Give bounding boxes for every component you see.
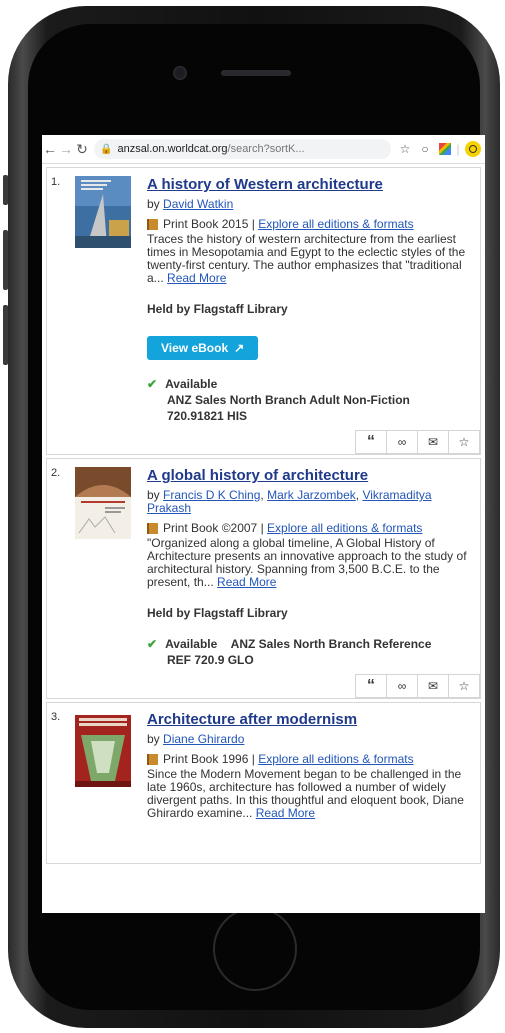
result-body: A history of Western architecture by Dav…	[147, 168, 480, 424]
lock-icon: 🔒	[100, 143, 113, 155]
result-card-2: 2. A global history of architecture by F…	[46, 458, 481, 699]
format-text: Print Book ©2007 |	[163, 521, 268, 535]
by-prefix: by	[147, 197, 160, 211]
mute-switch	[3, 175, 8, 205]
view-ebook-label: View eBook	[161, 340, 229, 355]
print-book-icon	[147, 754, 158, 765]
link-icon[interactable]: ∞	[386, 430, 417, 454]
url-host: anzsal.on.worldcat.org	[117, 143, 228, 155]
availability-status: Available	[165, 637, 218, 651]
result-actions: “ ∞ ✉ ☆	[47, 668, 480, 698]
print-book-icon	[147, 219, 158, 230]
format-line: Print Book 2015 | Explore all editions &…	[147, 218, 474, 231]
explore-editions-link[interactable]: Explore all editions & formats	[267, 522, 422, 535]
result-card-3: 3. Architecture after modernism by Diane…	[46, 702, 481, 864]
reload-icon[interactable]: ↻	[74, 141, 90, 158]
earpiece-speaker	[221, 70, 291, 76]
held-by: Held by Flagstaff Library	[147, 302, 288, 316]
location: ANZ Sales North Branch Reference	[230, 637, 432, 651]
forward-icon[interactable]: →	[58, 141, 74, 157]
result-body: Architecture after modernism by Diane Gh…	[147, 703, 480, 820]
author-link[interactable]: David Watkin	[163, 197, 233, 211]
bookmark-star-icon[interactable]: ☆	[395, 142, 415, 156]
authors-line: by Diane Ghirardo	[147, 733, 474, 746]
book-cover-1[interactable]	[75, 176, 131, 248]
save-star-icon[interactable]: ☆	[448, 674, 480, 698]
volume-down-button	[3, 305, 8, 365]
result-description: "Organized along a global timeline, A Gl…	[147, 537, 474, 589]
result-number: 3.	[51, 711, 61, 723]
author-link[interactable]: Mark Jarzombek	[267, 488, 356, 502]
result-description: Since the Modern Movement began to be ch…	[147, 768, 474, 820]
call-number: REF 720.9 GLO	[167, 653, 254, 667]
authors-line: by David Watkin	[147, 198, 474, 211]
url-path: /search?sortK...	[227, 143, 305, 155]
format-text: Print Book 1996 |	[163, 752, 259, 766]
location: ANZ Sales North Branch Adult Non-Fiction	[167, 393, 410, 407]
format-text: Print Book 2015 |	[163, 217, 259, 231]
availability-block: ✔ Available ANZ Sales North Branch Adult …	[147, 376, 474, 424]
held-by: Held by Flagstaff Library	[147, 606, 288, 620]
book-cover-3[interactable]	[75, 711, 131, 791]
available-check-icon: ✔	[147, 377, 158, 391]
email-icon[interactable]: ✉	[417, 674, 448, 698]
result-number: 1.	[51, 176, 61, 188]
home-button[interactable]	[213, 907, 297, 991]
explore-editions-link[interactable]: Explore all editions & formats	[258, 753, 413, 766]
read-more-link[interactable]: Read More	[167, 271, 226, 285]
authors-line: by Francis D K Ching, Mark Jarzombek, Vi…	[147, 488, 432, 515]
result-number: 2.	[51, 467, 61, 479]
link-icon[interactable]: ∞	[386, 674, 417, 698]
author-link[interactable]: Francis D K Ching	[163, 488, 260, 502]
result-title-link[interactable]: Architecture after modernism	[147, 711, 474, 729]
read-more-link[interactable]: Read More	[217, 575, 276, 589]
available-check-icon: ✔	[147, 637, 158, 651]
availability-block: ✔ Available ANZ Sales North Branch Refere…	[147, 636, 474, 668]
by-prefix: by	[147, 488, 160, 502]
toolbar-divider: |	[456, 142, 460, 156]
author-link[interactable]: Diane Ghirardo	[163, 732, 244, 746]
call-number: 720.91821 HIS	[167, 409, 248, 423]
phone-screen: ← → ↻ 🔒 anzsal.on.worldcat.org/search?so…	[42, 135, 485, 913]
format-line: Print Book ©2007 | Explore all editions …	[147, 522, 474, 535]
cite-icon[interactable]: “	[355, 430, 386, 454]
volume-up-button	[3, 230, 8, 290]
result-actions: “ ∞ ✉ ☆	[47, 424, 480, 454]
back-icon[interactable]: ←	[42, 141, 58, 157]
profile-avatar-icon[interactable]	[465, 141, 481, 157]
view-ebook-button[interactable]: View eBook ↗	[147, 336, 259, 360]
availability-status: Available	[165, 377, 218, 391]
opera-extension-icon[interactable]: ○	[415, 142, 435, 156]
cite-icon[interactable]: “	[355, 674, 386, 698]
address-bar[interactable]: 🔒 anzsal.on.worldcat.org/search?sortK...	[94, 139, 391, 159]
result-title-link[interactable]: A global history of architecture	[147, 467, 474, 485]
format-line: Print Book 1996 | Explore all editions &…	[147, 753, 474, 766]
result-card-1: 1. A history of Western architecture by …	[46, 167, 481, 455]
print-book-icon	[147, 523, 158, 534]
explore-editions-link[interactable]: Explore all editions & formats	[258, 218, 413, 231]
save-star-icon[interactable]: ☆	[448, 430, 480, 454]
result-title-link[interactable]: A history of Western architecture	[147, 176, 474, 194]
external-link-icon: ↗	[234, 340, 245, 355]
browser-toolbar: ← → ↻ 🔒 anzsal.on.worldcat.org/search?so…	[42, 135, 485, 164]
read-more-link[interactable]: Read More	[256, 806, 315, 820]
by-prefix: by	[147, 732, 160, 746]
result-body: A global history of architecture by Fran…	[147, 459, 480, 668]
front-camera	[173, 66, 187, 80]
extension-icon[interactable]	[439, 143, 451, 155]
email-icon[interactable]: ✉	[417, 430, 448, 454]
result-description: Traces the history of western architectu…	[147, 233, 474, 285]
description-text: "Organized along a global timeline, A Gl…	[147, 536, 467, 589]
book-cover-2[interactable]	[75, 467, 131, 539]
